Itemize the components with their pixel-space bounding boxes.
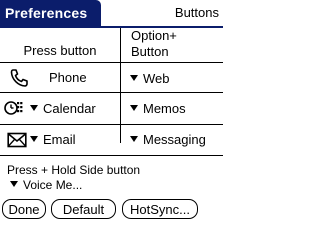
hotsync-button[interactable]: HotSync... — [122, 199, 198, 219]
email-press-label: Email — [43, 132, 76, 147]
calendar-press-label: Calendar — [43, 101, 96, 116]
hold-side-button-value: Voice Me... — [23, 178, 83, 192]
grid-bottom-divider — [0, 155, 223, 156]
phone-press-option: Phone — [49, 69, 87, 87]
row-divider — [0, 92, 223, 93]
memos-option-label: Memos — [143, 101, 186, 116]
memos-option-select[interactable]: Memos — [130, 100, 186, 118]
dropdown-triangle-icon — [130, 105, 138, 111]
dropdown-triangle-icon — [10, 181, 18, 187]
email-press-select[interactable]: Email — [30, 131, 76, 149]
default-button[interactable]: Default — [51, 199, 116, 219]
calendar-press-select[interactable]: Calendar — [30, 100, 96, 118]
app-title[interactable]: Preferences — [0, 0, 101, 26]
header-divider — [0, 62, 223, 63]
dropdown-triangle-icon — [30, 136, 38, 142]
messaging-option-select[interactable]: Messaging — [130, 131, 206, 149]
dropdown-triangle-icon — [130, 75, 138, 81]
preferences-screen: Preferences Buttons Press button Option+… — [0, 0, 223, 223]
web-option-label: Web — [143, 71, 170, 86]
row-divider — [0, 124, 223, 125]
messaging-option-label: Messaging — [143, 132, 206, 147]
option-button-header-text: Option+ Button — [131, 28, 177, 59]
hold-side-button-select[interactable]: Voice Me... — [10, 178, 82, 193]
web-option-select[interactable]: Web — [130, 70, 170, 88]
press-button-column-header: Press button — [23, 43, 97, 58]
dropdown-triangle-icon — [30, 105, 38, 111]
dropdown-triangle-icon — [130, 136, 138, 142]
done-button[interactable]: Done — [2, 199, 46, 219]
phone-icon — [9, 68, 29, 93]
calendar-icon — [4, 99, 24, 122]
section-title[interactable]: Buttons — [175, 0, 219, 26]
hold-side-button-label: Press + Hold Side button — [7, 163, 141, 177]
email-icon — [7, 132, 27, 153]
phone-press-label: Phone — [49, 70, 87, 85]
title-bar: Preferences Buttons — [0, 0, 223, 28]
option-button-column-header: Option+ Button — [121, 28, 223, 60]
